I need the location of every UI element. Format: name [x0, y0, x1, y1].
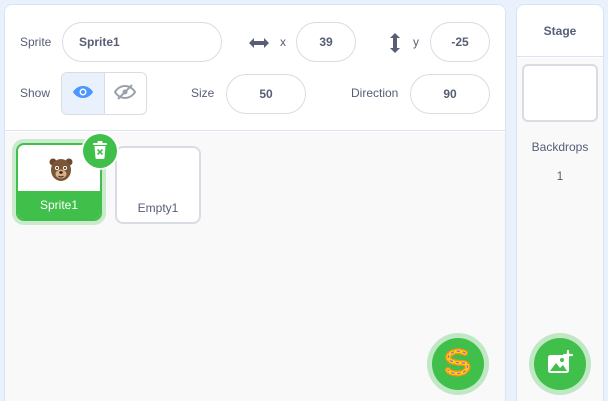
size-input[interactable]: 50: [226, 74, 306, 114]
direction-label: Direction: [351, 86, 399, 100]
sprite-thumbnail: [48, 155, 74, 183]
choose-backdrop-button[interactable]: [529, 333, 591, 395]
x-label: x: [280, 35, 286, 49]
direction-input[interactable]: 90: [410, 74, 490, 114]
choose-sprite-icon: [443, 347, 473, 382]
show-toggle-group: [61, 72, 147, 115]
direction-value: 90: [443, 87, 457, 101]
choose-sprite-button[interactable]: [427, 333, 489, 395]
x-position-value: 39: [319, 35, 333, 49]
stage-thumbnail: [522, 64, 598, 122]
y-position-input[interactable]: -25: [430, 22, 490, 62]
y-position-value: -25: [451, 35, 469, 49]
backdrops-label: Backdrops: [531, 140, 589, 154]
eye-slash-icon: [114, 83, 137, 104]
horizontal-arrows-icon: [248, 36, 270, 53]
stage-pane: Stage Backdrops 1: [516, 4, 604, 401]
show-sprite-button[interactable]: [62, 73, 105, 114]
sprite-name-value: Sprite1: [79, 35, 120, 49]
stage-title: Stage: [517, 5, 603, 57]
sprite-tile-empty1[interactable]: Empty1: [115, 146, 201, 224]
show-label: Show: [20, 86, 51, 100]
sprite-name-input[interactable]: Sprite1: [62, 22, 222, 62]
x-position-input[interactable]: 39: [296, 22, 356, 62]
size-label: Size: [191, 86, 215, 100]
eye-icon: [72, 85, 94, 102]
add-backdrop-icon: [546, 349, 574, 379]
size-value: 50: [259, 87, 273, 101]
sprite-tile-label: Sprite1: [18, 191, 100, 219]
sprite-tile-label: Empty1: [137, 201, 179, 215]
hide-sprite-button[interactable]: [105, 73, 147, 114]
delete-sprite-button[interactable]: [83, 134, 117, 168]
y-label: y: [413, 35, 419, 49]
vertical-arrows-icon: [388, 32, 402, 57]
sprite-pane: Sprite Sprite1 x 39 y -25 Show Size 50 D…: [4, 4, 506, 401]
sprite-info: Sprite Sprite1 x 39 y -25 Show Size 50 D…: [5, 5, 505, 131]
backdrops-count: 1: [556, 169, 564, 183]
sprite-name-label: Sprite: [20, 35, 52, 49]
trash-icon: [91, 140, 109, 163]
